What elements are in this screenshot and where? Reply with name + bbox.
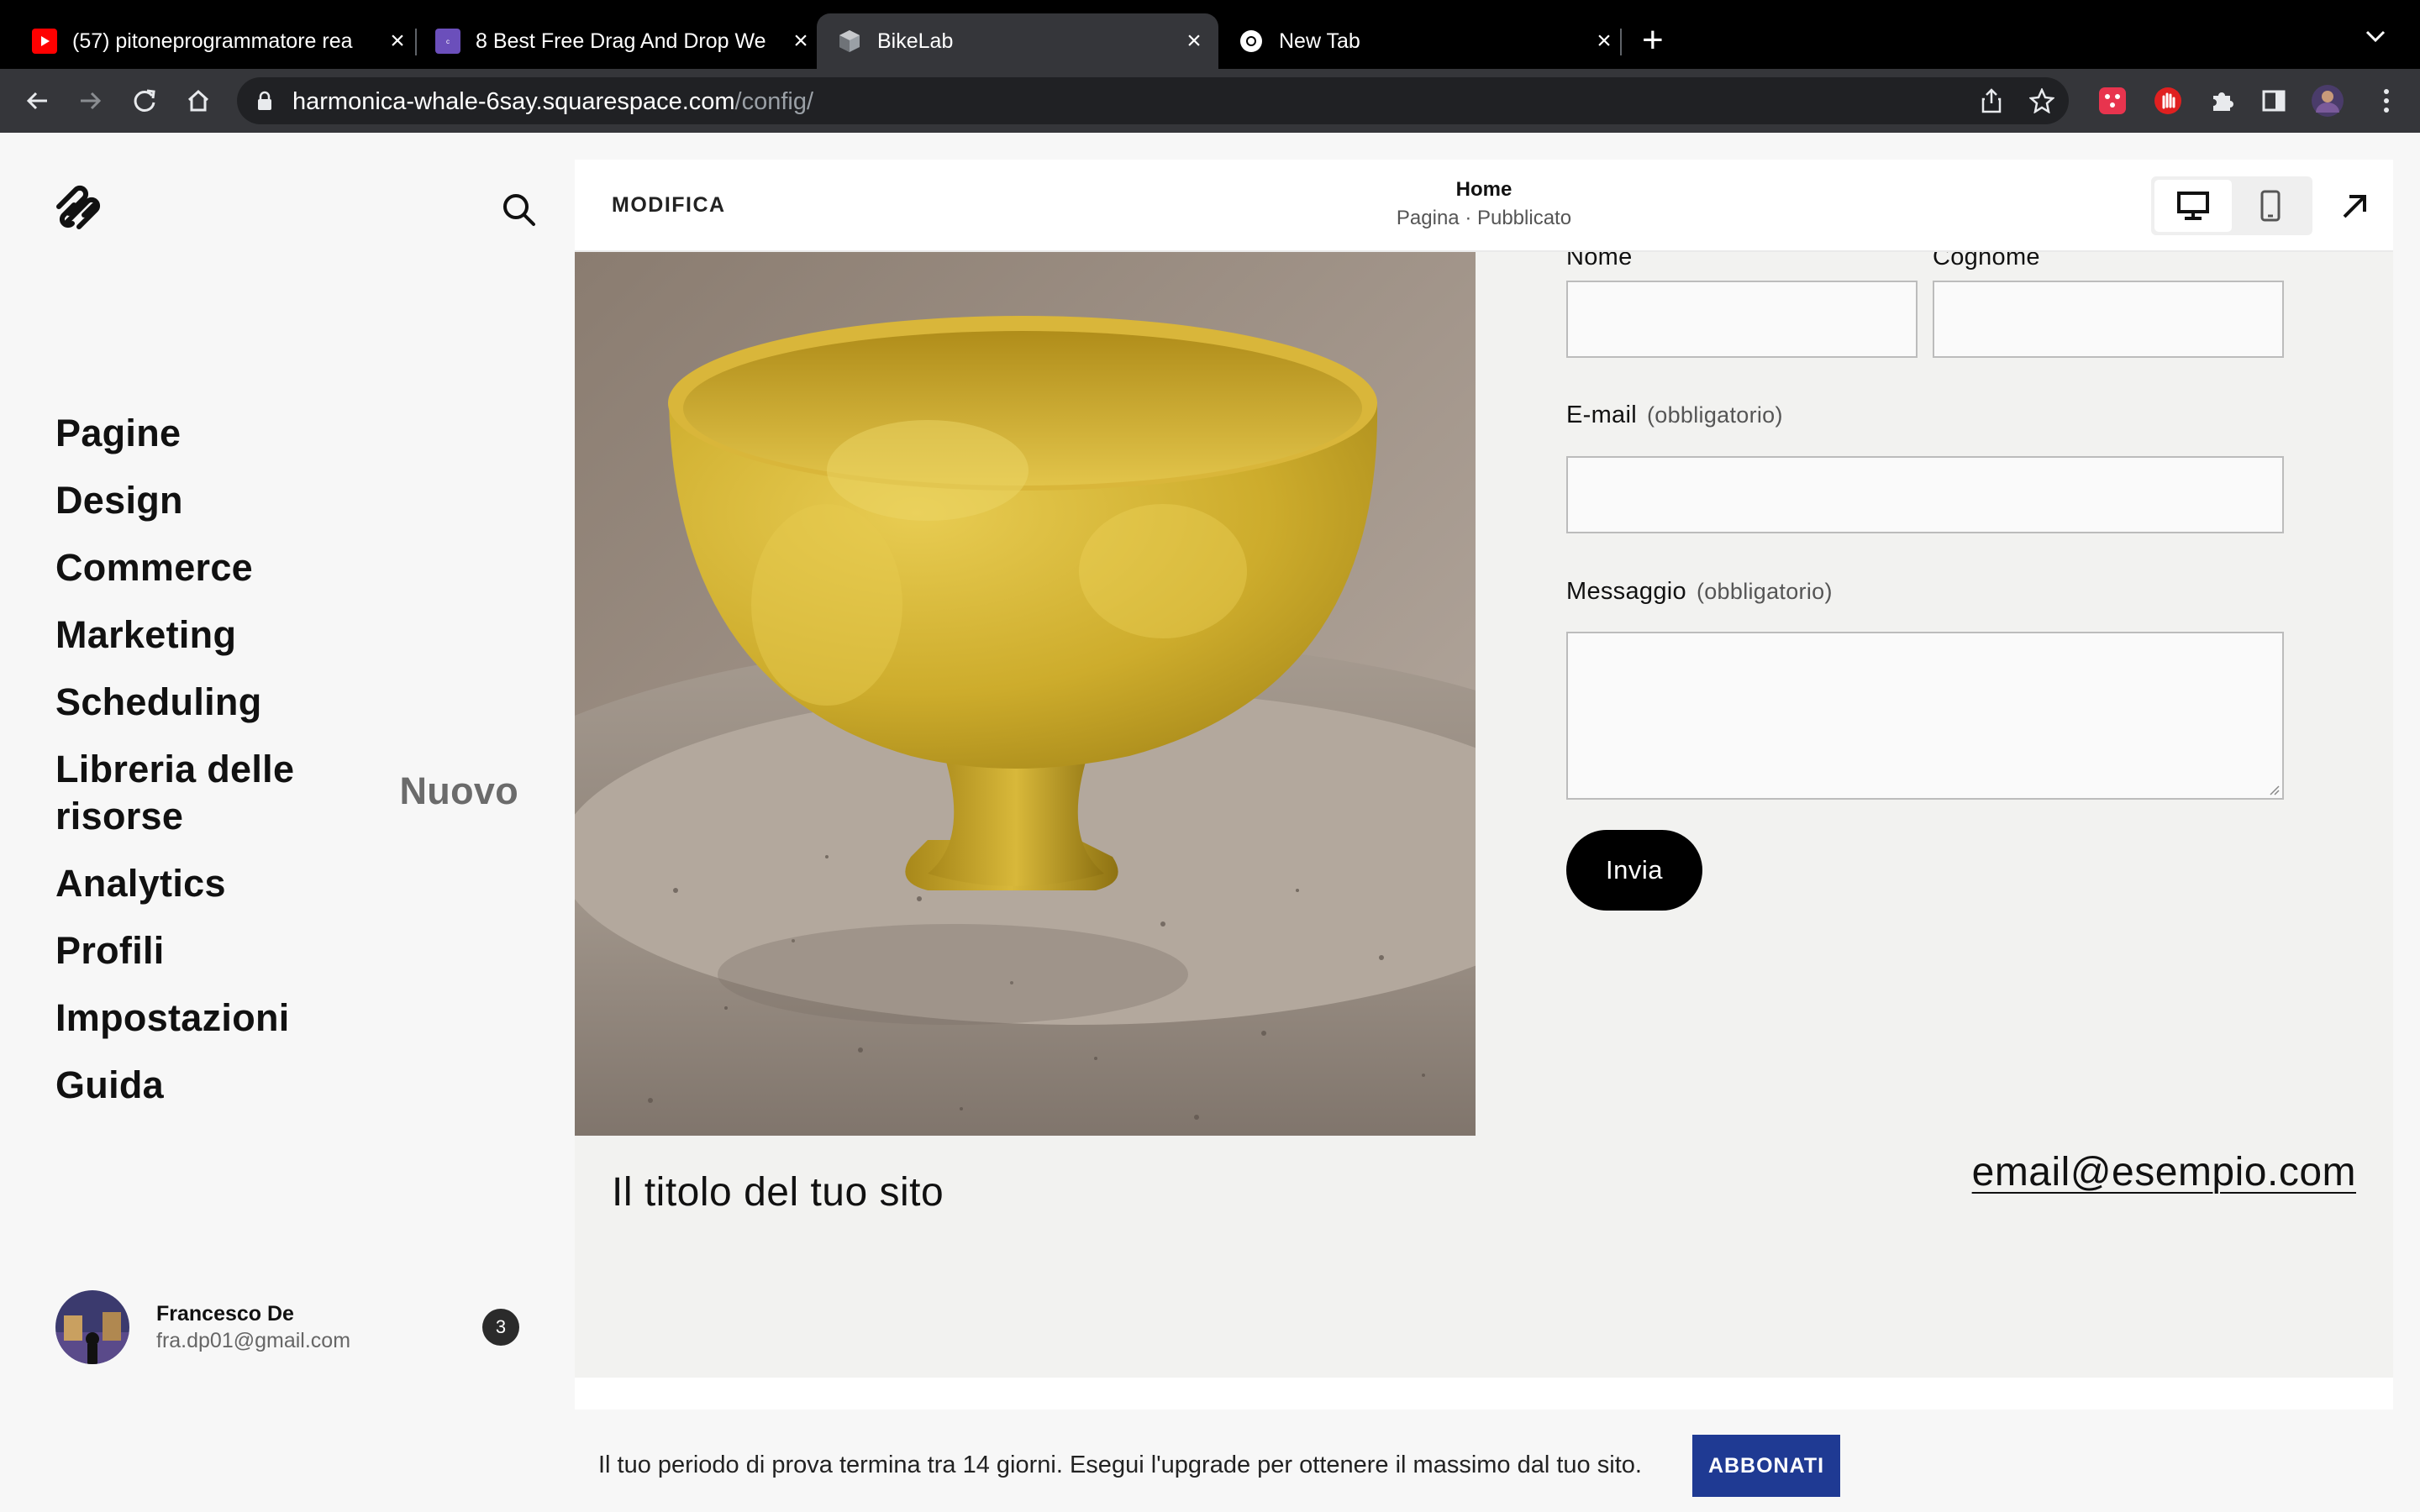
browser-tab-strip: (57) pitoneprogrammatore rea × c 8 Best … xyxy=(0,0,2420,76)
page-title: Home xyxy=(1455,178,1512,201)
trial-message: Il tuo periodo di prova termina tra 14 g… xyxy=(598,1452,1642,1478)
subscribe-button[interactable]: ABBONATI xyxy=(1692,1435,1840,1497)
new-badge: Nuovo xyxy=(399,769,518,812)
user-email: fra.dp01@gmail.com xyxy=(156,1329,351,1352)
extension-hand-icon[interactable] xyxy=(2151,84,2185,118)
email-field[interactable] xyxy=(1566,456,2284,533)
chrome-icon xyxy=(1239,29,1264,54)
sidebar-item-pagine[interactable]: Pagine xyxy=(55,400,560,467)
sidebar: Pagine Design Commerce Marketing Schedul… xyxy=(0,133,575,1512)
browser-tab[interactable]: (57) pitoneprogrammatore rea × xyxy=(32,13,410,69)
browser-tab-active[interactable]: BikeLab × xyxy=(817,13,1218,69)
last-name-field[interactable] xyxy=(1933,281,2284,358)
sidebar-item-scheduling[interactable]: Scheduling xyxy=(55,669,560,736)
lock-icon xyxy=(258,91,271,110)
close-icon[interactable]: × xyxy=(385,27,410,55)
side-panel-icon[interactable] xyxy=(2257,84,2291,118)
extensions-puzzle-icon[interactable] xyxy=(2205,84,2238,118)
chevron-down-icon[interactable] xyxy=(2365,24,2386,50)
editor-toolbar: MODIFICA Home Pagina · Pubblicato xyxy=(575,160,2393,252)
desktop-view-button[interactable] xyxy=(2154,180,2232,232)
reload-icon[interactable] xyxy=(124,81,165,121)
sidebar-item-profili[interactable]: Profili xyxy=(55,917,560,984)
user-name: Francesco De xyxy=(156,1302,294,1326)
tab-title: (57) pitoneprogrammatore rea xyxy=(72,29,353,53)
open-external-arrow-icon[interactable] xyxy=(2338,190,2371,223)
tab-title: 8 Best Free Drag And Drop We xyxy=(476,29,766,53)
required-hint: (obbligatorio) xyxy=(1696,579,1833,604)
tab-title: New Tab xyxy=(1279,29,1360,53)
user-account[interactable]: Francesco De fra.dp01@gmail.com 3 xyxy=(55,1290,526,1366)
desktop-icon xyxy=(2177,192,2209,220)
url-text: harmonica-whale-6say.squarespace.com/con… xyxy=(292,88,814,115)
site-email-link[interactable]: email@esempio.com xyxy=(1972,1149,2356,1195)
resize-handle-icon[interactable] xyxy=(2267,783,2281,796)
more-vertical-icon[interactable] xyxy=(2370,84,2403,118)
colorlib-icon: c xyxy=(435,29,460,54)
youtube-icon xyxy=(32,29,57,54)
avatar xyxy=(55,1290,129,1364)
new-tab-button[interactable]: + xyxy=(1642,22,1664,59)
trial-banner: Il tuo periodo di prova termina tra 14 g… xyxy=(0,1428,2420,1512)
hero-image-yellow-bowl xyxy=(575,252,1701,1142)
required-hint: (obbligatorio) xyxy=(1646,402,1783,428)
sidebar-nav: Pagine Design Commerce Marketing Schedul… xyxy=(55,400,560,1119)
mobile-phone-icon xyxy=(2260,190,2281,222)
device-preview-toggle xyxy=(2151,176,2312,235)
sidebar-item-commerce[interactable]: Commerce xyxy=(55,534,560,601)
site-preview-canvas: Nome Cognome E-mail (obbligatorio) Messag… xyxy=(575,252,2393,1378)
last-name-label: Cognome xyxy=(1933,252,2040,270)
message-label: Messaggio (obbligatorio) xyxy=(1566,578,1833,605)
tab-separator xyxy=(1620,29,1622,55)
squarespace-cube-icon xyxy=(837,29,862,54)
page-status: Pagina · Pubblicato xyxy=(1396,207,1572,229)
sidebar-item-marketing[interactable]: Marketing xyxy=(55,601,560,669)
profile-avatar-icon[interactable] xyxy=(2311,84,2344,118)
squarespace-logo-icon[interactable] xyxy=(54,185,104,235)
submit-button[interactable]: Invia xyxy=(1566,830,1702,911)
browser-tab[interactable]: New Tab × xyxy=(1239,13,1617,69)
email-label: E-mail (obbligatorio) xyxy=(1566,402,1783,428)
message-textarea[interactable] xyxy=(1566,632,2284,800)
tab-title: BikeLab xyxy=(877,29,954,53)
canvas-footer-strip xyxy=(575,1378,2393,1410)
first-name-label: Nome xyxy=(1566,252,1633,270)
home-icon[interactable] xyxy=(178,81,218,121)
back-arrow-icon[interactable] xyxy=(17,81,57,121)
address-bar[interactable]: harmonica-whale-6say.squarespace.com/con… xyxy=(237,77,2069,124)
bookmark-star-icon[interactable] xyxy=(2027,86,2057,116)
browser-tab[interactable]: c 8 Best Free Drag And Drop We × xyxy=(435,13,813,69)
sidebar-item-guida[interactable]: Guida xyxy=(55,1052,560,1119)
forward-arrow-icon[interactable] xyxy=(71,81,111,121)
notification-count-badge[interactable]: 3 xyxy=(482,1309,519,1346)
site-title[interactable]: Il titolo del tuo sito xyxy=(612,1169,944,1215)
extension-red-icon[interactable] xyxy=(2096,84,2129,118)
close-icon[interactable]: × xyxy=(1181,27,1207,55)
sidebar-item-libreria[interactable]: Libreria delle risorse Nuovo xyxy=(55,736,560,850)
mobile-view-button[interactable] xyxy=(2232,180,2309,232)
sidebar-item-impostazioni[interactable]: Impostazioni xyxy=(55,984,560,1052)
close-icon[interactable]: × xyxy=(1591,27,1617,55)
sidebar-item-analytics[interactable]: Analytics xyxy=(55,850,560,917)
first-name-field[interactable] xyxy=(1566,281,1918,358)
browser-toolbar: harmonica-whale-6say.squarespace.com/con… xyxy=(0,69,2420,133)
share-icon[interactable] xyxy=(1976,86,2007,116)
tab-separator xyxy=(415,29,417,55)
search-icon[interactable] xyxy=(501,192,538,228)
close-icon[interactable]: × xyxy=(788,27,813,55)
sidebar-item-design[interactable]: Design xyxy=(55,467,560,534)
